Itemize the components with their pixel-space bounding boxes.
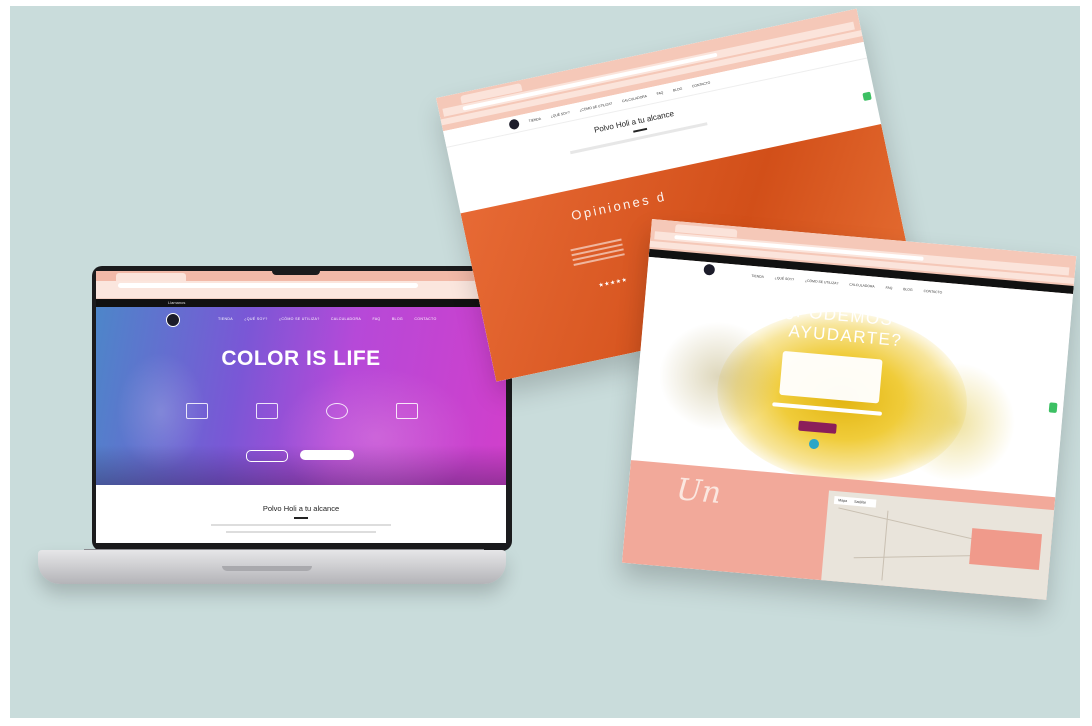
laptop-screen: Llamanos TIENDA ¿QUÉ SOY? ¿CÓMO SE UTILI…	[96, 271, 506, 543]
browser1-bookmarks-bar	[440, 30, 863, 126]
hero-secondary-button[interactable]	[246, 450, 288, 462]
nav-item-faq[interactable]: FAQ	[656, 91, 663, 96]
hero-primary-button[interactable]	[300, 450, 354, 460]
nav-item-como-se-utiliza[interactable]: ¿CÓMO SE UTILIZA?	[805, 279, 839, 286]
nav-item-calculadora[interactable]: CALCULADORA	[849, 282, 875, 288]
section-text-line	[226, 530, 376, 533]
site-logo[interactable]	[166, 313, 180, 327]
feature-icon-card	[396, 403, 418, 419]
nav-item-calculadora[interactable]: CALCULADORA	[331, 317, 361, 321]
nav-item-contacto[interactable]: CONTACTO	[692, 81, 711, 89]
nav-item-faq[interactable]: FAQ	[372, 317, 380, 321]
laptop-url-field[interactable]	[118, 283, 418, 288]
nav-item-blog[interactable]: BLOG	[673, 87, 683, 93]
chat-widget-button[interactable]	[1048, 402, 1058, 414]
laptop-browser-tab[interactable]	[116, 273, 186, 281]
laptop-bookmarks-bar	[96, 290, 506, 299]
laptop-address-bar[interactable]	[96, 281, 506, 290]
nav-item-tienda[interactable]: TIENDA	[528, 117, 541, 123]
laptop-trackpad-notch	[222, 566, 312, 571]
map-tab-map[interactable]: Mapa	[838, 498, 847, 503]
chat-widget-button[interactable]	[862, 91, 872, 102]
nav-item-tienda[interactable]: TIENDA	[218, 317, 233, 321]
section-divider	[633, 127, 648, 133]
site-logo[interactable]	[508, 118, 521, 131]
nav-item-blog[interactable]: BLOG	[903, 287, 913, 292]
feature-icon-powder	[186, 403, 208, 419]
mockup-scene: Llamanos TIENDA ¿QUÉ SOY? ¿CÓMO SE UTILI…	[10, 6, 1080, 718]
laptop-intro-section: Polvo Holi a tu alcance	[96, 496, 506, 533]
map-tab-satellite[interactable]: Satélite	[854, 500, 866, 505]
nav-item-como-se-utiliza[interactable]: ¿CÓMO SE UTILIZA?	[579, 102, 613, 113]
topbar-phone[interactable]: Llamanos	[168, 300, 185, 305]
nav-item-calculadora[interactable]: CALCULADORA	[622, 94, 648, 103]
nav-item-blog[interactable]: BLOG	[392, 317, 403, 321]
laptop-main-nav: TIENDA ¿QUÉ SOY? ¿CÓMO SE UTILIZA? CALCU…	[218, 317, 447, 321]
nav-item-faq[interactable]: FAQ	[885, 286, 892, 291]
nav-item-contacto[interactable]: CONTACTO	[923, 289, 942, 295]
laptop-site-topbar: Llamanos	[96, 299, 506, 307]
script-heading: Un	[674, 472, 723, 511]
nav-item-que-soy[interactable]: ¿QUÉ SOY?	[244, 317, 267, 321]
feature-icon-truck	[256, 403, 278, 419]
laptop-camera-notch	[272, 266, 320, 275]
feature-icon-heart	[326, 403, 348, 419]
hero-title: COLOR IS LIFE	[221, 347, 381, 370]
section-text-line	[211, 523, 391, 526]
browser-window-contact: TIENDA ¿QUÉ SOY? ¿CÓMO SE UTILIZA? CALCU…	[621, 219, 1077, 600]
section-text-line	[570, 122, 708, 155]
store-info-card	[969, 528, 1043, 571]
nav-item-tienda[interactable]: TIENDA	[751, 274, 764, 279]
section-divider	[294, 517, 308, 519]
nav-item-contacto[interactable]: CONTACTO	[414, 317, 436, 321]
contact-message-textarea[interactable]	[779, 350, 883, 404]
laptop-hero: TIENDA ¿QUÉ SOY? ¿CÓMO SE UTILIZA? CALCU…	[96, 307, 506, 485]
nav-item-como-se-utiliza[interactable]: ¿CÓMO SE UTILIZA?	[279, 317, 320, 321]
section-title: Polvo Holi a tu alcance	[262, 504, 340, 513]
nav-item-que-soy[interactable]: ¿QUÉ SOY?	[550, 111, 570, 119]
nav-item-que-soy[interactable]: ¿QUÉ SOY?	[775, 276, 795, 282]
map-road	[881, 510, 889, 581]
site-logo[interactable]	[703, 263, 716, 276]
